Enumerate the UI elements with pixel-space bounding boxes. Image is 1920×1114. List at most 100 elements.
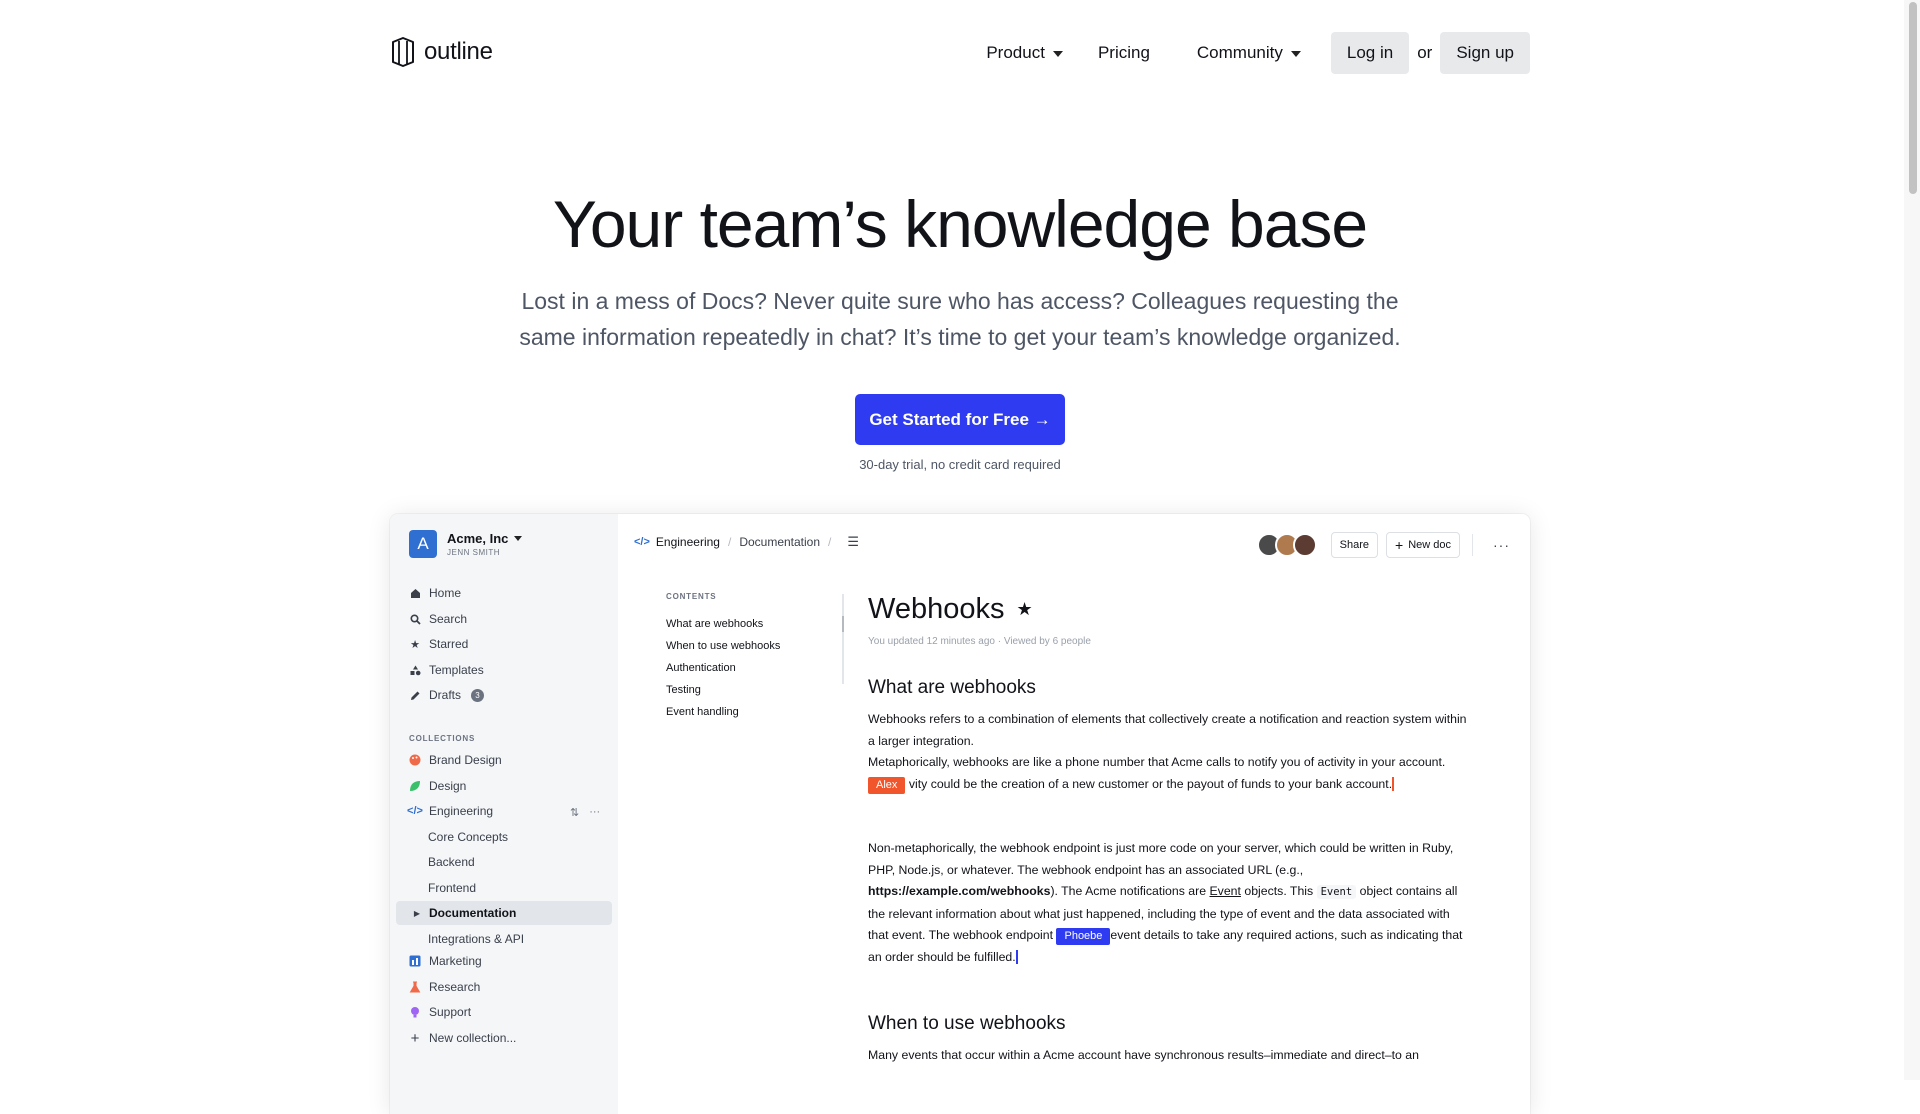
chevron-down-icon — [514, 536, 523, 541]
get-started-button[interactable]: Get Started for Free → — [855, 394, 1065, 445]
new-doc-button[interactable]: + New doc — [1386, 532, 1460, 558]
breadcrumb-separator: / — [727, 535, 732, 549]
toc-item[interactable]: Event handling — [666, 705, 780, 727]
doc-link-event[interactable]: Event — [1209, 884, 1240, 898]
triangle-right-icon[interactable]: ▶ — [414, 907, 420, 919]
star-icon[interactable]: ★ — [1017, 592, 1033, 626]
doc-topbar: </> Engineering / Documentation / ☰ Shar… — [618, 514, 1530, 574]
hero-subtitle: Lost in a mess of Docs? Never quite sure… — [500, 283, 1420, 355]
sidebar-item-marketing[interactable]: Marketing — [409, 951, 482, 971]
doc-meta: You updated 12 minutes ago · Viewed by 6… — [868, 636, 1091, 647]
doc-heading: What are webhooks — [868, 677, 1036, 698]
nav-or-text: or — [1417, 43, 1433, 62]
sidebar-item-label: Starred — [429, 637, 469, 651]
app-preview: A Acme, Inc JENN SMITH Home Search ★ Sta… — [390, 514, 1530, 1114]
breadcrumb-documentation[interactable]: Documentation — [739, 535, 820, 549]
nav-pricing[interactable]: Pricing — [1098, 43, 1150, 63]
signup-button[interactable]: Sign up — [1440, 32, 1530, 74]
sidebar-item-label: Research — [429, 980, 481, 994]
sidebar-item-label: Search — [429, 612, 468, 626]
sidebar-item-label: Documentation — [429, 906, 517, 920]
pencil-icon — [409, 689, 421, 701]
sidebar-item-templates[interactable]: Templates — [409, 660, 484, 680]
toc-item[interactable]: Authentication — [666, 661, 780, 683]
sidebar-item-label: Templates — [429, 663, 484, 677]
sidebar-item-core-concepts[interactable]: Core Concepts — [428, 827, 508, 847]
sidebar-item-search[interactable]: Search — [409, 609, 467, 629]
sidebar-item-drafts[interactable]: Drafts 3 — [409, 685, 485, 705]
sidebar-item-label: Home — [429, 586, 462, 600]
toc-item[interactable]: What are webhooks — [666, 617, 780, 639]
scrollbar-thumb[interactable] — [1909, 2, 1917, 194]
table-of-contents: CONTENTS What are webhooks When to use w… — [666, 592, 780, 727]
team-avatar: A — [409, 530, 437, 558]
sidebar-item-brand-design[interactable]: Brand Design — [409, 750, 502, 770]
collaborator-caret — [1392, 777, 1395, 792]
brand-name: outline — [424, 38, 493, 65]
document-body[interactable]: Webhooks ★ You updated 12 minutes ago · … — [868, 592, 1468, 1067]
chart-icon — [409, 955, 421, 967]
home-icon — [409, 587, 421, 599]
share-button[interactable]: Share — [1330, 532, 1379, 558]
team-user: JENN SMITH — [447, 548, 500, 557]
hero-subtitle-line2: same information repeatedly in chat? It’… — [519, 324, 1401, 350]
doc-url[interactable]: https://example.com/webhooks — [868, 884, 1050, 898]
shapes-icon — [409, 664, 421, 676]
toc-divider — [842, 594, 844, 684]
collections-heading: COLLECTIONS — [409, 734, 476, 743]
sidebar-item-backend[interactable]: Backend — [428, 852, 475, 872]
toc-item[interactable]: When to use webhooks — [666, 639, 780, 661]
collaborator-avatars[interactable] — [1256, 533, 1317, 557]
toc-active-marker — [842, 616, 844, 632]
nav-product[interactable]: Product — [986, 43, 1063, 63]
doc-paragraph: Metaphorically, webhooks are like a phon… — [868, 752, 1468, 795]
sidebar-item-engineering[interactable]: </> Engineering — [407, 801, 493, 821]
sidebar-item-frontend[interactable]: Frontend — [428, 878, 476, 898]
login-button[interactable]: Log in — [1330, 32, 1410, 74]
new-collection-button[interactable]: + New collection... — [409, 1028, 517, 1048]
drafts-count-badge: 3 — [471, 688, 485, 702]
new-doc-label: New doc — [1408, 539, 1451, 551]
toc-item[interactable]: Testing — [666, 683, 780, 705]
toolbar-divider — [1472, 534, 1473, 556]
nav-product-label: Product — [986, 43, 1045, 62]
sidebar-item-integrations-api[interactable]: Integrations & API — [428, 929, 524, 949]
outline-logo-icon — [392, 37, 414, 67]
code-icon: </> — [634, 536, 650, 548]
sidebar-item-research[interactable]: Research — [409, 977, 480, 997]
sidebar-item-label: Drafts — [429, 688, 462, 702]
new-collection-label: New collection... — [429, 1031, 517, 1045]
sidebar-item-starred[interactable]: ★ Starred — [409, 634, 468, 654]
more-icon[interactable]: ··· — [1493, 537, 1510, 553]
nav-community[interactable]: Community — [1197, 43, 1301, 63]
doc-text: objects. This — [1244, 884, 1314, 898]
nav-community-label: Community — [1196, 43, 1283, 62]
page-scrollbar[interactable] — [1904, 0, 1920, 1080]
doc-title: Webhooks ★ — [868, 592, 1468, 626]
sort-icon[interactable]: ⇅ — [570, 806, 579, 819]
more-icon[interactable]: ··· — [589, 806, 600, 819]
palette-icon — [409, 754, 421, 766]
avatar — [1292, 533, 1317, 557]
sidebar-item-home[interactable]: Home — [409, 583, 461, 603]
plus-icon: + — [1395, 537, 1404, 553]
chevron-down-icon — [1290, 51, 1301, 57]
engineering-tools: ⇅ ··· — [570, 806, 600, 819]
sidebar-item-label: Brand Design — [429, 753, 502, 767]
doc-paragraph: Non-metaphorically, the webhook endpoint… — [868, 838, 1468, 968]
breadcrumb-separator: / — [828, 535, 832, 549]
outline-logo[interactable]: outline — [390, 36, 493, 68]
menu-icon[interactable]: ☰ — [847, 534, 859, 550]
code-icon: </> — [407, 805, 423, 817]
sidebar-item-documentation[interactable]: ▶ Documentation — [414, 903, 516, 923]
star-icon: ★ — [410, 638, 420, 651]
sidebar-item-support[interactable]: Support — [409, 1002, 471, 1022]
sidebar-item-label: Marketing — [429, 954, 482, 968]
breadcrumb-engineering[interactable]: </> Engineering — [634, 535, 720, 549]
breadcrumb-engineering-label: Engineering — [655, 535, 720, 549]
site-header: outline Product Pricing Community Log in… — [390, 32, 1530, 74]
lightbulb-icon — [409, 1006, 421, 1018]
doc-title-text: Webhooks — [868, 593, 1005, 625]
team-switcher[interactable]: A Acme, Inc JENN SMITH — [409, 530, 523, 558]
sidebar-item-design[interactable]: Design — [409, 776, 466, 796]
